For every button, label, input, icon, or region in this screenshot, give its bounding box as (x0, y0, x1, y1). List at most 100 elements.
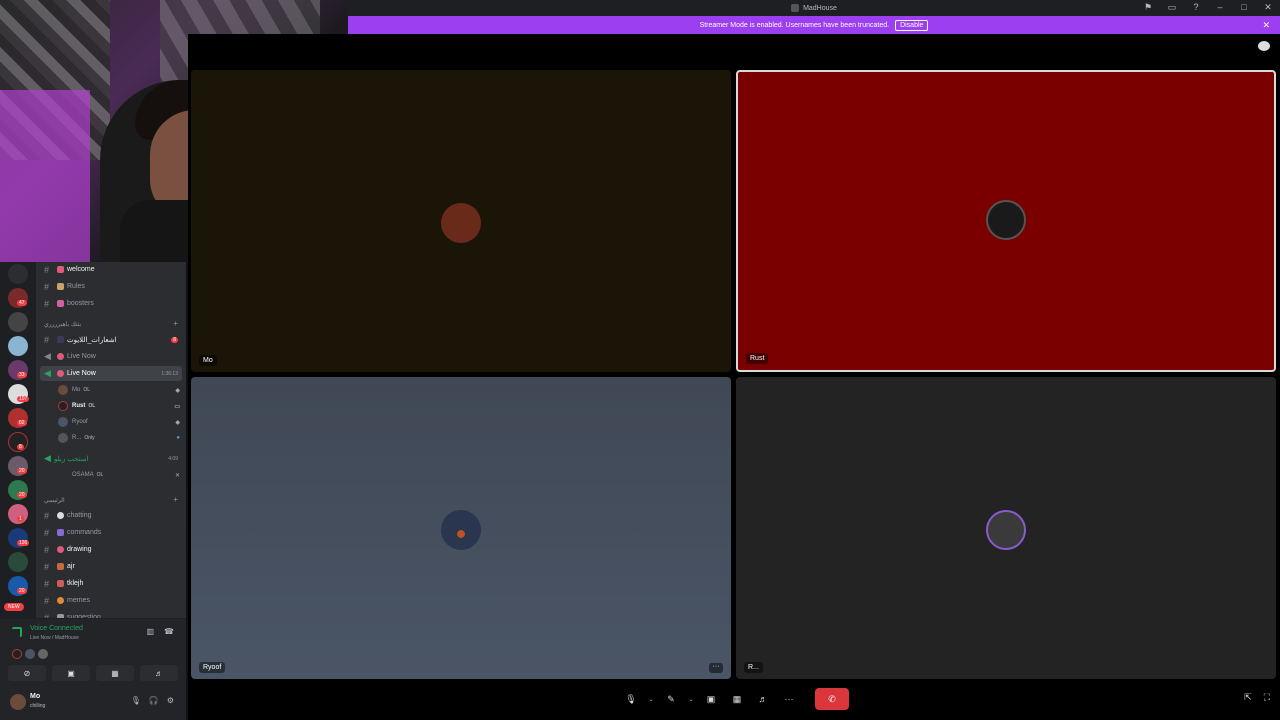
channel-welcome[interactable]: # welcome (40, 262, 182, 277)
channel-suggestion[interactable]: # suggestion (40, 610, 182, 618)
channel-drawing[interactable]: # drawing (40, 542, 182, 557)
activities-icon[interactable]: ▦ (727, 689, 747, 709)
server-badge-3: 107 (17, 396, 30, 402)
microphone-icon[interactable]: 🎙 (621, 689, 641, 709)
emoji-icon (57, 283, 64, 290)
user-name: R... (72, 435, 82, 441)
home-icon[interactable] (8, 264, 28, 284)
participant-tile-ryoof[interactable]: Ryoof ··· (191, 377, 731, 679)
server-badge-2: 33 (17, 372, 27, 378)
server-icon-12[interactable] (8, 552, 28, 572)
hash-icon: # (44, 527, 50, 538)
voice-status-subtitle[interactable]: Live Now / MadHouse (30, 635, 79, 641)
voice-panel-buttons: ⊘ ▣ ▦ ♬ (8, 665, 178, 681)
emoji-icon (57, 300, 64, 307)
add-channel-icon[interactable]: + (173, 495, 178, 504)
emoji-icon (57, 266, 64, 273)
hash-icon: # (44, 298, 50, 309)
channel-tklejh[interactable]: # tklejh (40, 576, 182, 591)
screen-share-button[interactable]: ▣ (52, 665, 90, 681)
server-badge-1: 47 (17, 300, 27, 306)
screen-share-icon[interactable]: ▣ (701, 689, 721, 709)
maximize-icon[interactable]: □ (1238, 2, 1250, 13)
activities-button[interactable]: ▦ (96, 665, 134, 681)
help-icon[interactable]: ? (1190, 2, 1202, 13)
voice-channel-2[interactable]: ◀ استحب زيلو 4:09 (40, 451, 182, 466)
channel-label: tklejh (67, 580, 84, 587)
camera-off-icon[interactable]: ✎ (661, 689, 681, 709)
more-options-icon[interactable]: ··· (709, 663, 723, 673)
server-icon-3[interactable] (8, 336, 28, 356)
participant-tile-mo[interactable]: Mo (191, 70, 731, 372)
speaker-icon: ◀ (44, 453, 51, 463)
fullscreen-icon[interactable]: ⛶ (1264, 692, 1270, 703)
avatar[interactable] (10, 694, 26, 710)
participant-name: R... (744, 662, 763, 673)
minimize-icon[interactable]: – (1214, 2, 1226, 13)
inbox-icon[interactable]: ⚑ (1142, 2, 1154, 13)
channel-boosters[interactable]: # boosters (40, 296, 182, 311)
palette-icon (57, 546, 64, 553)
participant-avatar (441, 510, 481, 550)
voice-user-osama[interactable]: OSAMA OL ✕ (58, 468, 180, 482)
voice-channel-live-now-1[interactable]: ◀ Live Now (40, 349, 182, 364)
camera-off-button[interactable]: ⊘ (8, 665, 46, 681)
disconnect-icon[interactable]: ☎ (164, 627, 174, 636)
channel-chatting[interactable]: # chatting (40, 508, 182, 523)
channel-commands[interactable]: # commands (40, 525, 182, 540)
channel-label: Rules (67, 283, 85, 290)
chevron-down-icon[interactable]: ⌄ (647, 689, 655, 709)
banner-text: Streamer Mode is enabled. Usernames have… (699, 21, 890, 29)
headphones-icon[interactable]: 🎧 (149, 696, 159, 705)
add-channel-icon[interactable]: + (173, 319, 178, 328)
channel-arabic[interactable]: # اشعارات_اللايوت 8 (40, 332, 182, 347)
category-label[interactable]: بثثك باهيرررري (44, 321, 81, 328)
soundboard-icon[interactable]: ♬ (753, 689, 773, 709)
emoji-icon (57, 529, 64, 536)
channel-label: استحب زيلو (54, 455, 89, 463)
participant-avatar (12, 649, 22, 659)
participant-tile-rust[interactable]: Rust (736, 70, 1276, 372)
soundboard-button[interactable]: ♬ (140, 665, 178, 681)
window-controls: ⚑ ▭ ? – □ ✕ (1142, 2, 1274, 13)
channel-label: commands (67, 529, 102, 536)
microphone-icon[interactable]: 🎙 (131, 696, 141, 705)
hash-icon: # (44, 510, 50, 521)
close-icon[interactable]: ✕ (1262, 2, 1274, 13)
category-label[interactable]: الرئيسي (44, 497, 65, 504)
voice-user-r[interactable]: R... Only ● (58, 431, 180, 445)
channel-rules[interactable]: # Rules (40, 279, 182, 294)
monitor-icon[interactable]: ▭ (1166, 2, 1178, 13)
chat-bubble-icon[interactable] (1258, 41, 1270, 51)
voice-user-mo[interactable]: Mo OL ◆ (58, 383, 180, 397)
gear-icon[interactable]: ⚙ (167, 696, 174, 705)
user-name: Mo (72, 387, 81, 393)
disconnect-button[interactable]: ✆ (815, 688, 849, 710)
channel-memes[interactable]: # memes (40, 593, 182, 608)
popout-icon[interactable]: ⇱ (1244, 692, 1252, 703)
server-icon-2[interactable] (8, 312, 28, 332)
banner-close-icon[interactable]: ✕ (1262, 20, 1270, 31)
voice-status-title[interactable]: Voice Connected (30, 625, 83, 632)
speech-bubble-icon (57, 512, 64, 519)
signal-icon[interactable] (12, 627, 22, 637)
participant-tile-r[interactable]: R... (736, 377, 1276, 679)
channel-ajr[interactable]: # ajr (40, 559, 182, 574)
user-status[interactable]: chilling (30, 703, 45, 709)
avatar (58, 385, 68, 395)
voice-user-rust[interactable]: Rust OL ▭ (58, 399, 180, 413)
voice-channel-live-now-2[interactable]: ◀ Live Now 1:36:13 (40, 366, 182, 381)
disable-button[interactable]: Disable (895, 19, 929, 31)
emoji-icon (57, 336, 64, 343)
emoji-icon (57, 370, 64, 377)
noise-suppression-icon[interactable]: ▥ (146, 627, 154, 636)
more-options-icon[interactable]: ··· (779, 689, 799, 709)
voice-user-ryoof[interactable]: Ryoof ◆ (58, 415, 180, 429)
title-bar: MadHouse ⚑ ▭ ? – □ ✕ (348, 0, 1280, 16)
hash-icon: # (44, 281, 50, 292)
user-name[interactable]: Mo (30, 693, 40, 700)
hash-icon: # (44, 264, 50, 275)
chevron-down-icon[interactable]: ⌄ (687, 689, 695, 709)
user-name: Rust (72, 403, 86, 409)
participant-avatar (986, 510, 1026, 550)
